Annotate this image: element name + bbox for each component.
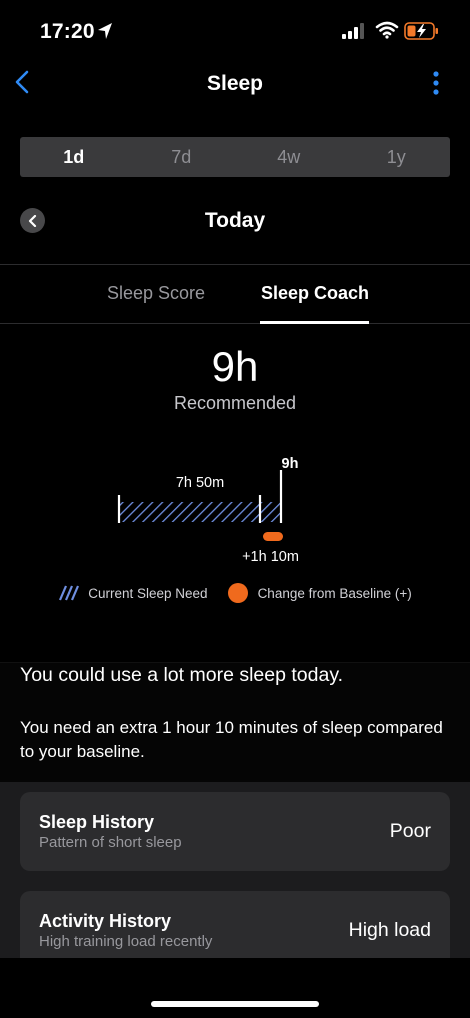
tab-7d[interactable]: 7d (128, 137, 236, 177)
battery-charging-icon (404, 22, 438, 40)
active-tab-indicator (260, 321, 369, 324)
card-value: Poor (389, 820, 431, 842)
wifi-icon (375, 21, 399, 39)
card-value: High load (348, 919, 431, 941)
tab-1y[interactable]: 1y (343, 137, 451, 177)
cellular-signal-icon (342, 23, 364, 39)
sleep-need-chart: 7h 50m 9h +1h 10m (117, 456, 299, 565)
legend-current-label: Current Sleep Need (88, 585, 208, 601)
current-need-bar (119, 502, 281, 522)
divider (0, 323, 470, 324)
divider (0, 264, 470, 265)
recommended-label: Recommended (173, 393, 297, 413)
activity-history-card[interactable]: Activity History High training load rece… (20, 891, 450, 958)
card-subtitle: High training load recently (39, 933, 213, 950)
tab-4w[interactable]: 4w (235, 137, 343, 177)
sleep-history-card[interactable]: Sleep History Pattern of short sleep Poo… (20, 792, 450, 871)
change-label: +1h 10m (242, 549, 299, 565)
hatch-swatch-icon (59, 585, 80, 601)
message-title: You could use a lot more sleep today. (20, 664, 344, 686)
legend-change-label: Change from Baseline (+) (257, 585, 412, 601)
date-label: Today (204, 209, 266, 232)
tab-sleep-score[interactable]: Sleep Score (107, 283, 205, 304)
chart-legend: Current Sleep Need Change from Baseline … (0, 583, 470, 603)
period-selector: 1d 7d 4w 1y (20, 137, 450, 177)
factor-cards: Sleep History Pattern of short sleep Poo… (0, 782, 470, 958)
orange-dot-icon (227, 583, 248, 603)
card-title: Sleep History (39, 812, 155, 832)
location-arrow-icon (98, 23, 112, 39)
tab-sleep-coach[interactable]: Sleep Coach (261, 283, 369, 304)
recommended-value: 9h (211, 343, 259, 390)
recommended-total-label: 9h (282, 456, 299, 472)
message-body: You need an extra 1 hour 10 minutes of s… (20, 718, 443, 761)
more-vertical-icon[interactable] (428, 70, 444, 96)
tab-1d[interactable]: 1d (20, 137, 128, 177)
page-title: Sleep (206, 72, 264, 95)
status-time: 17:20 (40, 20, 95, 43)
home-indicator (151, 1001, 319, 1007)
change-from-baseline-bar (263, 532, 283, 541)
card-subtitle: Pattern of short sleep (39, 834, 182, 851)
card-title: Activity History (39, 911, 172, 931)
current-need-label: 7h 50m (176, 475, 224, 491)
